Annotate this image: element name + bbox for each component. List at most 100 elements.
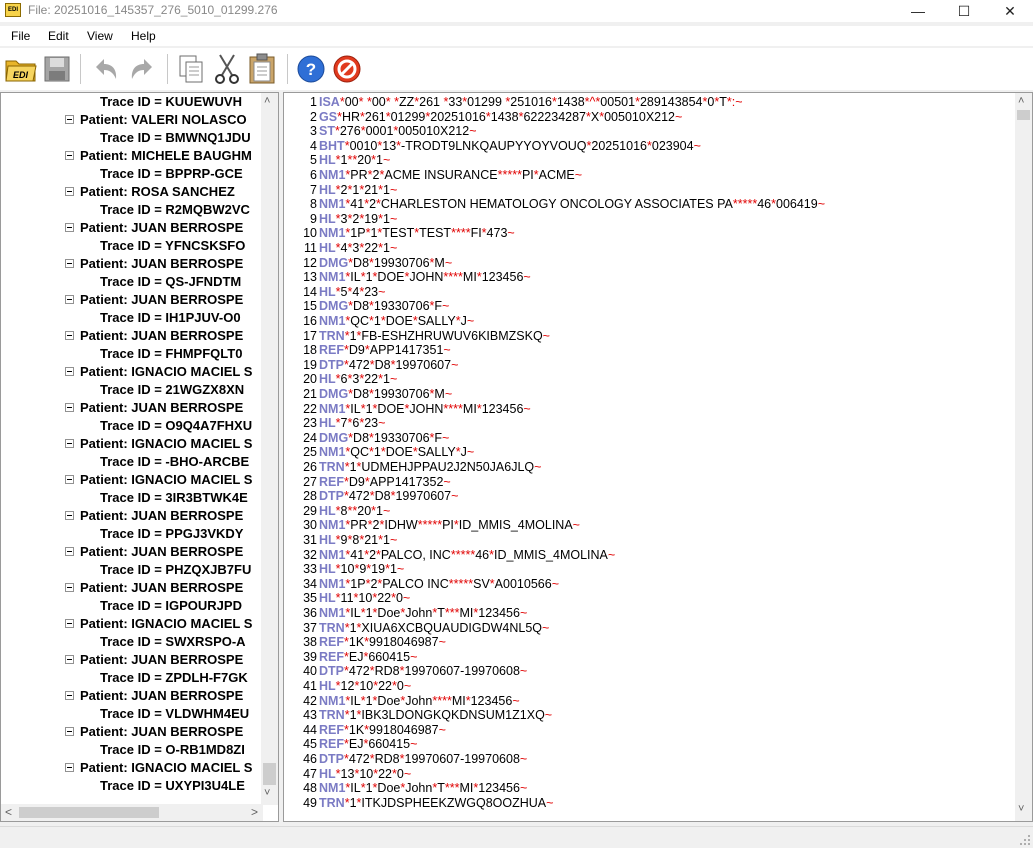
edi-line[interactable]: 11 HL*4*3*22*1~ (284, 241, 397, 256)
edi-line[interactable]: 2 GS*HR*261*01299*20251016*1438*622234287… (284, 110, 682, 125)
tree-patient-node[interactable]: Patient: JUAN BERROSPE (65, 400, 243, 418)
collapse-minus-icon[interactable] (65, 151, 74, 160)
tree-trace-node[interactable]: Trace ID = FHMPFQLT0 (100, 346, 242, 364)
edi-line[interactable]: 19 DTP*472*D8*19970607~ (284, 358, 458, 373)
edi-line[interactable]: 42 NM1*IL*1*Doe*John****MI*123456~ (284, 694, 520, 709)
tree-patient-node[interactable]: Patient: JUAN BERROSPE (65, 580, 243, 598)
edi-line[interactable]: 8 NM1*41*2*CHARLESTON HEMATOLOGY ONCOLOGY… (284, 197, 825, 212)
edi-line[interactable]: 39 REF*EJ*660415~ (284, 650, 417, 665)
menu-help[interactable]: Help (131, 29, 156, 43)
edi-line[interactable]: 40 DTP*472*RD8*19970607-19970608~ (284, 664, 527, 679)
scroll-left-arrow-icon[interactable]: < (5, 805, 12, 819)
tree-patient-node[interactable]: Patient: JUAN BERROSPE (65, 256, 243, 274)
tree-trace-node[interactable]: Trace ID = SWXRSPO-A (100, 634, 246, 652)
edi-line[interactable]: 1 ISA*00* *00* *ZZ*261 *33*01299 *251016*… (284, 95, 742, 110)
paste-button[interactable] (245, 52, 279, 86)
tree-trace-node[interactable]: Trace ID = PHZQXJB7FU (100, 562, 251, 580)
patient-tree-panel[interactable]: ˄ ˅ < > Trace ID = KUUEWUVH Patient: VALE… (0, 92, 279, 822)
edi-line[interactable]: 34 NM1*1P*2*PALCO INC*****SV*A0010566~ (284, 577, 559, 592)
collapse-minus-icon[interactable] (65, 295, 74, 304)
edi-line[interactable]: 25 NM1*QC*1*DOE*SALLY*J~ (284, 445, 474, 460)
tree-trace-node[interactable]: Trace ID = IGPOURJPD (100, 598, 242, 616)
edi-line[interactable]: 7 HL*2*1*21*1~ (284, 183, 397, 198)
edi-line[interactable]: 24 DMG*D8*19330706*F~ (284, 431, 449, 446)
tree-patient-node[interactable]: Patient: JUAN BERROSPE (65, 688, 243, 706)
menu-edit[interactable]: Edit (48, 29, 69, 43)
collapse-minus-icon[interactable] (65, 223, 74, 232)
tree-patient-node[interactable]: Patient: IGNACIO MACIEL S (65, 436, 252, 454)
edi-line[interactable]: 48 NM1*IL*1*Doe*John*T***MI*123456~ (284, 781, 527, 796)
edi-line[interactable]: 45 REF*EJ*660415~ (284, 737, 417, 752)
collapse-minus-icon[interactable] (65, 187, 74, 196)
edi-line[interactable]: 4 BHT*0010*13*-TRODT9LNKQAUPYYOYVOUQ*2025… (284, 139, 701, 154)
redo-button[interactable] (126, 52, 160, 86)
edi-line[interactable]: 36 NM1*IL*1*Doe*John*T***MI*123456~ (284, 606, 527, 621)
tree-patient-node[interactable]: Patient: JUAN BERROSPE (65, 508, 243, 526)
edi-line[interactable]: 26 TRN*1*UDMEHJPPAU2J2N50JA6JLQ~ (284, 460, 541, 475)
tree-patient-node[interactable]: Patient: IGNACIO MACIEL S (65, 472, 252, 490)
menu-view[interactable]: View (87, 29, 113, 43)
edi-line[interactable]: 31 HL*9*8*21*1~ (284, 533, 397, 548)
tree-horizontal-scrollbar[interactable]: < > (1, 804, 263, 821)
edi-line[interactable]: 12 DMG*D8*19930706*M~ (284, 256, 452, 271)
collapse-minus-icon[interactable] (65, 655, 74, 664)
tree-trace-node[interactable]: Trace ID = QS-JFNDTM (100, 274, 241, 292)
tree-patient-node[interactable]: Patient: JUAN BERROSPE (65, 724, 243, 742)
resize-grip-icon[interactable] (1019, 834, 1031, 846)
tree-trace-node[interactable]: Trace ID = O-RB1MD8ZI (100, 742, 245, 760)
collapse-minus-icon[interactable] (65, 439, 74, 448)
tree-vertical-scrollbar[interactable]: ˄ ˅ (261, 93, 278, 805)
edi-line[interactable]: 15 DMG*D8*19330706*F~ (284, 299, 449, 314)
edi-line[interactable]: 10 NM1*1P*1*TEST*TEST****FI*473~ (284, 226, 515, 241)
collapse-minus-icon[interactable] (65, 367, 74, 376)
tree-trace-node[interactable]: Trace ID = BPPRP-GCE (100, 166, 243, 184)
tree-trace-node[interactable]: Trace ID = KUUEWUVH (100, 94, 242, 112)
menu-file[interactable]: File (11, 29, 30, 43)
tree-trace-node[interactable]: Trace ID = IH1PJUV-O0 (100, 310, 241, 328)
edi-line[interactable]: 27 REF*D9*APP1417352~ (284, 475, 451, 490)
edi-line[interactable]: 18 REF*D9*APP1417351~ (284, 343, 451, 358)
editor-scroll-thumb[interactable] (1017, 110, 1030, 120)
edi-line[interactable]: 32 NM1*41*2*PALCO, INC*****46*ID_MMIS_4MO… (284, 548, 615, 563)
edi-line[interactable]: 9 HL*3*2*19*1~ (284, 212, 397, 227)
edi-line[interactable]: 6 NM1*PR*2*ACME INSURANCE*****PI*ACME~ (284, 168, 582, 183)
tree-trace-node[interactable]: Trace ID = R2MQBW2VC (100, 202, 250, 220)
edi-line[interactable]: 21 DMG*D8*19930706*M~ (284, 387, 452, 402)
edi-line[interactable]: 20 HL*6*3*22*1~ (284, 372, 397, 387)
edi-line[interactable]: 5 HL*1**20*1~ (284, 153, 390, 168)
scroll-up-arrow-icon[interactable]: ˄ (264, 95, 270, 107)
edi-line[interactable]: 3 ST*276*0001*005010X212~ (284, 124, 476, 139)
tree-trace-node[interactable]: Trace ID = 21WGZX8XN (100, 382, 244, 400)
edi-line[interactable]: 43 TRN*1*IBK3LDONGKQKDNSUM1Z1XQ~ (284, 708, 552, 723)
tree-patient-node[interactable]: Patient: MICHELE BAUGHM (65, 148, 252, 166)
tree-trace-node[interactable]: Trace ID = BMWNQ1JDU (100, 130, 251, 148)
stop-button[interactable] (330, 52, 364, 86)
collapse-minus-icon[interactable] (65, 691, 74, 700)
tree-patient-node[interactable]: Patient: JUAN BERROSPE (65, 328, 243, 346)
tree-patient-node[interactable]: Patient: VALERI NOLASCO (65, 112, 247, 130)
collapse-minus-icon[interactable] (65, 763, 74, 772)
edi-line[interactable]: 13 NM1*IL*1*DOE*JOHN****MI*123456~ (284, 270, 531, 285)
collapse-minus-icon[interactable] (65, 511, 74, 520)
edi-line[interactable]: 23 HL*7*6*23~ (284, 416, 385, 431)
tree-patient-node[interactable]: Patient: JUAN BERROSPE (65, 544, 243, 562)
edi-line[interactable]: 30 NM1*PR*2*IDHW*****PI*ID_MMIS_4MOLINA~ (284, 518, 580, 533)
tree-trace-node[interactable]: Trace ID = -BHO-ARCBE (100, 454, 249, 472)
tree-trace-node[interactable]: Trace ID = PPGJ3VKDY (100, 526, 243, 544)
collapse-minus-icon[interactable] (65, 331, 74, 340)
tree-trace-node[interactable]: Trace ID = VLDWHM4EU (100, 706, 249, 724)
tree-trace-node[interactable]: Trace ID = O9Q4A7FHXU (100, 418, 252, 436)
tree-trace-node[interactable]: Trace ID = YFNCSKSFO (100, 238, 245, 256)
scroll-down-arrow-icon[interactable]: ˅ (264, 787, 270, 799)
tree-patient-node[interactable]: Patient: JUAN BERROSPE (65, 652, 243, 670)
copy-button[interactable] (174, 52, 208, 86)
tree-trace-node[interactable]: Trace ID = ZPDLH-F7GK (100, 670, 248, 688)
collapse-minus-icon[interactable] (65, 547, 74, 556)
tree-patient-node[interactable]: Patient: JUAN BERROSPE (65, 292, 243, 310)
edi-line[interactable]: 17 TRN*1*FB-ESHZHRUWUV6KIBMZSKQ~ (284, 329, 550, 344)
minimize-button[interactable]: — (895, 0, 941, 22)
collapse-minus-icon[interactable] (65, 619, 74, 628)
tree-trace-node[interactable]: Trace ID = UXYPI3U4LE (100, 778, 245, 796)
tree-patient-node[interactable]: Patient: ROSA SANCHEZ (65, 184, 235, 202)
maximize-button[interactable]: ☐ (941, 0, 987, 22)
